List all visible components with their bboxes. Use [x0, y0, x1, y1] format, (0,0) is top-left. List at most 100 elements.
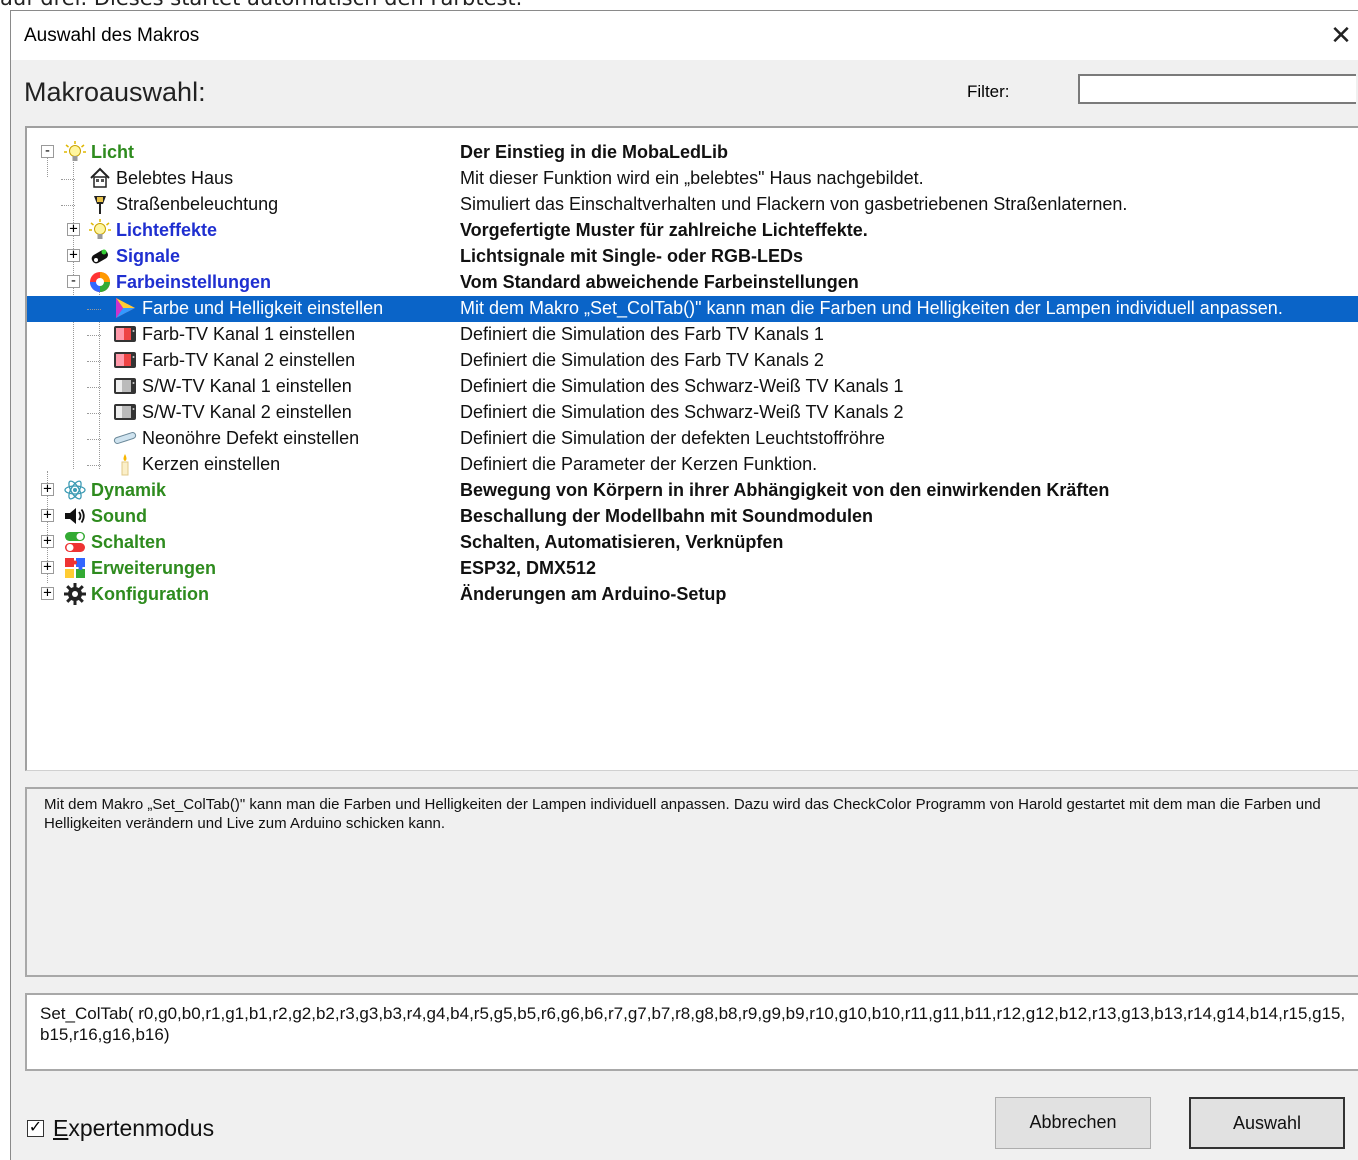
- tree-row[interactable]: S/W-TV Kanal 1 einstellen Definiert die S…: [27, 374, 1358, 400]
- tree-item-label: Dynamik: [91, 480, 167, 500]
- tree-row[interactable]: Belebtes Haus Mit dieser Funktion wird ei…: [27, 166, 1358, 192]
- tree-item-label: Schalten: [91, 532, 167, 552]
- select-button[interactable]: Auswahl: [1189, 1097, 1345, 1149]
- tree-item-description: Definiert die Simulation des Schwarz-Wei…: [460, 402, 904, 422]
- expand-icon[interactable]: +: [41, 508, 54, 522]
- tree-line: [87, 361, 101, 362]
- macro-tree[interactable]: - Licht Der Einstieg in die MobaLedLib Bele…: [25, 126, 1358, 771]
- tree-row[interactable]: Kerzen einstellen Definiert die Parameter…: [27, 452, 1358, 478]
- page-title: Makroauswahl:: [24, 77, 206, 107]
- atom-icon: [63, 478, 87, 502]
- expand-icon[interactable]: +: [67, 222, 80, 236]
- collapse-icon[interactable]: -: [67, 274, 80, 288]
- macro-code-text: Set_ColTab( r0,g0,b0,r1,g1,b1,r2,g2,b2,r…: [40, 1004, 1346, 1044]
- color-tv-icon: [113, 348, 137, 372]
- tree-item-description: Der Einstieg in die MobaLedLib: [460, 142, 729, 162]
- bw-tv-icon: [113, 400, 137, 424]
- cancel-button[interactable]: Abbrechen: [995, 1097, 1151, 1149]
- tree-item-label: Farbe und Helligkeit einstellen: [142, 298, 384, 318]
- tree-row[interactable]: + Lichteffekte Vorgefertigte Muster für za…: [27, 218, 1358, 244]
- tree-row[interactable]: S/W-TV Kanal 2 einstellen Definiert die S…: [27, 400, 1358, 426]
- tree-item-label: Licht: [91, 142, 134, 162]
- tree-item-description: Beschallung der Modellbahn mit Soundmodu…: [460, 506, 874, 526]
- tree-item-label: S/W-TV Kanal 2 einstellen: [142, 402, 352, 422]
- tree-item-description: Mit dieser Funktion wird ein „belebtes" …: [460, 168, 924, 188]
- tree-row[interactable]: - Farbeinstellungen Vom Standard abweichen…: [27, 270, 1358, 296]
- switch-icon: [63, 530, 87, 554]
- signal-icon: [88, 244, 112, 268]
- macro-code-field[interactable]: Set_ColTab( r0,g0,b0,r1,g1,b1,r2,g2,b2,r…: [25, 993, 1358, 1071]
- tree-line: [87, 413, 101, 414]
- tree-item-description: Definiert die Simulation der defekten Le…: [460, 428, 885, 448]
- expert-mode-label-rest: xpertenmodus: [68, 1115, 215, 1141]
- tree-row[interactable]: + Erweiterungen ESP32, DMX512: [27, 556, 1358, 582]
- filter-input[interactable]: [1078, 74, 1356, 104]
- tree-row[interactable]: Farb-TV Kanal 2 einstellen Definiert die …: [27, 348, 1358, 374]
- tree-item-label: Farb-TV Kanal 2 einstellen: [142, 350, 356, 370]
- tree-item-description: Simuliert das Einschaltverhalten und Fla…: [460, 194, 1128, 214]
- street-lamp-icon: [88, 192, 112, 216]
- tree-item-description: Definiert die Parameter der Kerzen Funkt…: [460, 454, 818, 474]
- tree-item-label: Farb-TV Kanal 1 einstellen: [142, 324, 356, 344]
- tree-row[interactable]: Neonöhre Defekt einstellen Definiert die …: [27, 426, 1358, 452]
- tree-line: [87, 309, 101, 310]
- tree-item-label: Farbeinstellungen: [116, 272, 272, 292]
- expand-icon[interactable]: +: [41, 586, 54, 600]
- house-icon: [88, 166, 112, 190]
- tree-line: [87, 439, 101, 440]
- tree-item-description: Mit dem Makro „Set_ColTab()" kann man di…: [460, 298, 1283, 318]
- tree-row[interactable]: + Konfiguration Änderungen am Arduino-Setu…: [27, 582, 1358, 608]
- tree-line: [87, 387, 101, 388]
- tree-item-label: Belebtes Haus: [116, 168, 234, 188]
- tree-item-description: Vom Standard abweichende Farbeinstellung…: [460, 272, 859, 292]
- tree-item-description: Lichtsignale mit Single- oder RGB-LEDs: [460, 246, 804, 266]
- color-triangle-icon: [113, 296, 137, 320]
- close-icon[interactable]: ✕: [1326, 19, 1356, 51]
- tree-row[interactable]: Farb-TV Kanal 1 einstellen Definiert die …: [27, 322, 1358, 348]
- tree-row[interactable]: Straßenbeleuchtung Simuliert das Einschal…: [27, 192, 1358, 218]
- description-panel: Mit dem Makro „Set_ColTab()" kann man di…: [25, 787, 1358, 977]
- tree-item-label: S/W-TV Kanal 1 einstellen: [142, 376, 352, 396]
- tree-item-description: Schalten, Automatisieren, Verknüpfen: [460, 532, 784, 552]
- tree-row[interactable]: + Dynamik Bewegung von Körpern in ihrer Ab…: [27, 478, 1358, 504]
- tree-item-description: Definiert die Simulation des Farb TV Kan…: [460, 350, 824, 370]
- tree-line: [87, 335, 101, 336]
- bulb-icon: [63, 140, 87, 164]
- expand-icon[interactable]: +: [41, 534, 54, 548]
- tree-item-label: Kerzen einstellen: [142, 454, 281, 474]
- tree-row[interactable]: - Licht Der Einstieg in die MobaLedLib: [27, 140, 1358, 166]
- candle-icon: [113, 452, 137, 476]
- tree-item-label: Signale: [116, 246, 181, 266]
- neon-tube-icon: [113, 426, 137, 450]
- background-document-text: auf drei. Dieses startet automatisch den…: [0, 0, 522, 10]
- expert-mode-label[interactable]: Expertenmodus: [53, 1115, 214, 1142]
- gear-icon: [63, 582, 87, 606]
- window-title: Auswahl des Makros: [24, 25, 200, 46]
- expand-icon[interactable]: +: [67, 248, 80, 262]
- tree-item-description: ESP32, DMX512: [460, 558, 597, 578]
- tree-row[interactable]: + Signale Lichtsignale mit Single- oder RG…: [27, 244, 1358, 270]
- tree-item-label: Konfiguration: [91, 584, 209, 604]
- filter-label: Filter:: [967, 82, 1010, 101]
- tree-item-label: Lichteffekte: [116, 220, 218, 240]
- color-tv-icon: [113, 322, 137, 346]
- color-wheel-icon: [88, 270, 112, 294]
- expert-mode-checkbox[interactable]: ✓: [27, 1120, 44, 1137]
- bw-tv-icon: [113, 374, 137, 398]
- collapse-icon[interactable]: -: [41, 144, 54, 158]
- tree-row[interactable]: + Schalten Schalten, Automatisieren, Verkn…: [27, 530, 1358, 556]
- tree-item-description: Vorgefertigte Muster für zahlreiche Lich…: [460, 220, 868, 240]
- tree-item-label: Neonöhre Defekt einstellen: [142, 428, 360, 448]
- bulb-icon: [88, 218, 112, 242]
- tree-item-label: Straßenbeleuchtung: [116, 194, 279, 214]
- tree-item-label: Erweiterungen: [91, 558, 217, 578]
- tree-item-label: Sound: [91, 506, 147, 526]
- tree-item-description: Bewegung von Körpern in ihrer Abhängigke…: [460, 480, 1110, 500]
- puzzle-icon: [63, 556, 87, 580]
- tree-row[interactable]: Farbe und Helligkeit einstellen Mit dem M…: [27, 296, 1358, 322]
- tree-row[interactable]: + Sound Beschallung der Modellbahn mit Sou…: [27, 504, 1358, 530]
- description-text: Mit dem Makro „Set_ColTab()" kann man di…: [44, 796, 1321, 832]
- expand-icon[interactable]: +: [41, 560, 54, 574]
- macro-selection-dialog: Auswahl des Makros ✕ Makroauswahl: Filte…: [10, 10, 1358, 1160]
- expand-icon[interactable]: +: [41, 482, 54, 496]
